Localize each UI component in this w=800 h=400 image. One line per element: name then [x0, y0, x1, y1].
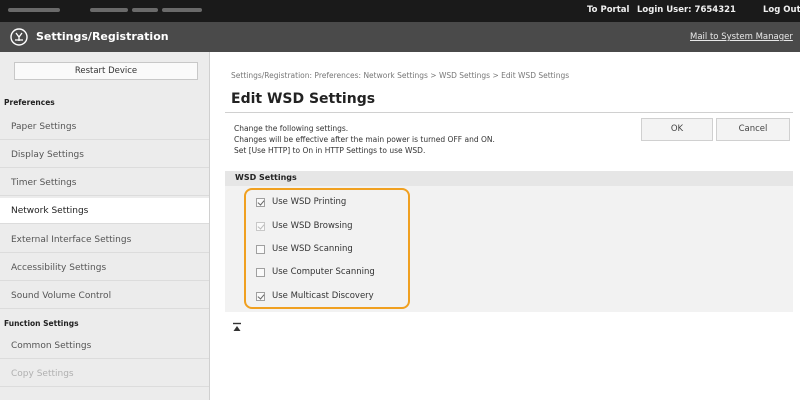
device-info-blurred — [90, 8, 128, 12]
scroll-to-top-icon[interactable] — [232, 322, 242, 332]
sidebar-item-external-interface-settings[interactable]: External Interface Settings — [0, 227, 209, 253]
sidebar-item-network-settings[interactable]: Network Settings — [0, 198, 209, 224]
device-name-blurred — [8, 8, 60, 12]
restart-device-button[interactable]: Restart Device — [14, 62, 198, 80]
app-title: Settings/Registration — [36, 30, 169, 43]
sidebar-heading-preferences: Preferences — [4, 98, 55, 107]
sidebar-item-accessibility-settings[interactable]: Accessibility Settings — [0, 255, 209, 281]
title-divider — [225, 112, 793, 113]
sidebar-item-common-settings[interactable]: Common Settings — [0, 333, 209, 359]
description-line: Change the following settings. — [234, 124, 349, 133]
portal-link[interactable]: To Portal — [587, 5, 629, 15]
logout-link[interactable]: Log Out — [763, 5, 800, 15]
description-line: Changes will be effective after the main… — [234, 135, 495, 144]
top-bar: To Portal Login User: 7654321 Log Out — [0, 0, 800, 22]
ok-button[interactable]: OK — [641, 118, 713, 141]
wsd-settings-section-header: WSD Settings — [225, 171, 793, 186]
section-heading: WSD Settings — [235, 173, 297, 182]
page-title: Edit WSD Settings — [231, 91, 376, 107]
device-info-blurred — [162, 8, 202, 12]
breadcrumb: Settings/Registration: Preferences: Netw… — [231, 71, 570, 80]
mail-system-manager-link[interactable]: Mail to System Manager — [690, 32, 793, 42]
sidebar-item-timer-settings[interactable]: Timer Settings — [0, 170, 209, 196]
sidebar-item-display-settings[interactable]: Display Settings — [0, 142, 209, 168]
sidebar-item-paper-settings[interactable]: Paper Settings — [0, 114, 209, 140]
login-user-label: Login User: 7654321 — [637, 5, 736, 15]
highlight-outline — [244, 188, 410, 309]
sidebar-item-copy-settings[interactable]: Copy Settings — [0, 361, 209, 387]
cancel-button[interactable]: Cancel — [716, 118, 790, 141]
sidebar-item-sound-volume-control[interactable]: Sound Volume Control — [0, 283, 209, 309]
app-header: Settings/Registration Mail to System Man… — [0, 22, 800, 52]
sidebar-heading-function-settings: Function Settings — [4, 319, 79, 328]
settings-logo-icon — [10, 28, 28, 46]
description-line: Set [Use HTTP] to On in HTTP Settings to… — [234, 146, 426, 155]
device-info-blurred — [132, 8, 158, 12]
sidebar: Restart Device Preferences Paper Setting… — [0, 52, 210, 400]
